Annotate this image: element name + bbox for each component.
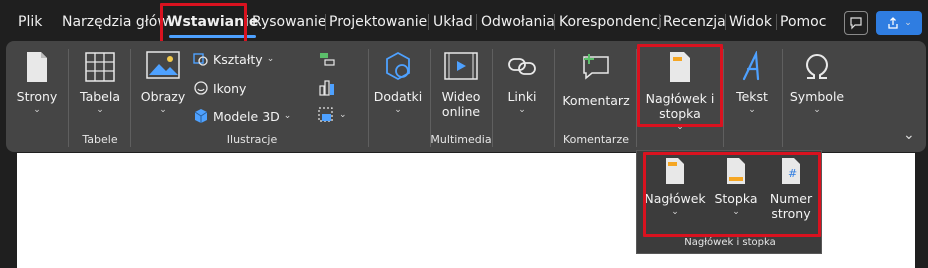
tab-separator [725,14,726,30]
group-separator [130,49,131,147]
tab-layout[interactable]: Układ [433,12,473,32]
group-separator [554,49,555,147]
screenshot-icon [318,107,333,122]
tab-tools[interactable]: Narzędzia głów [62,12,169,32]
tab-help[interactable]: Pomoc [780,12,826,32]
tab-separator [554,14,555,30]
table-button[interactable]: Tabela ⌄ [74,51,126,116]
group-separator [368,49,369,147]
chevron-down-icon: ⌄ [394,105,402,115]
table-icon [85,52,115,82]
pages-button[interactable]: Strony ⌄ [12,51,62,116]
shapes-button[interactable]: Kształty ⌄ [193,51,274,67]
word-window: Plik Narzędzia głów Wstawianie Rysowanie… [0,0,928,268]
chevron-down-icon: ⌄ [339,110,347,120]
group-separator [782,49,783,147]
chevron-down-icon: ⌄ [748,105,756,115]
tab-insert[interactable]: Wstawianie [167,12,258,38]
video-icon [444,52,478,80]
header-page-icon [670,52,690,82]
chevron-down-icon: ⌄ [266,54,275,64]
ribbon-tab-bar: Plik Narzędzia głów Wstawianie Rysowanie… [0,0,928,40]
symbols-button[interactable]: Symbole ⌄ [788,51,846,116]
footer-button[interactable]: Stopka ⌄ [711,157,761,218]
chevron-down-icon: ⌄ [904,18,912,28]
group-separator [636,49,637,147]
chevron-down-icon: ⌄ [813,105,821,115]
tab-separator [476,14,477,30]
online-video-button[interactable]: Wideo online [434,51,488,119]
cube-icon [194,109,208,123]
screenshot-button[interactable]: ⌄ [317,106,347,124]
chevron-down-icon: ⌄ [732,207,740,217]
link-icon [508,58,536,75]
tab-separator [325,14,326,30]
group-label-illustrations: Ilustracje [226,133,278,146]
share-button[interactable]: ⌄ [876,11,922,35]
chart-icon [319,80,334,96]
text-icon [742,51,760,81]
ribbon: Strony ⌄ Tabela ⌄ Tabele Obrazy ⌄ Kształ… [6,41,926,152]
tab-separator [776,14,777,30]
header-footer-dropdown: Nagłówek ⌄ Stopka ⌄ # Numer strony Nagłó… [636,150,822,254]
chevron-down-icon: ⌄ [96,105,104,115]
header-footer-button[interactable]: Nagłówek i stopka ⌄ [643,51,717,133]
pictures-button[interactable]: Obrazy ⌄ [138,51,188,116]
icons-icon [194,81,208,95]
page-number-icon: # [782,158,800,184]
models-3d-button[interactable]: Modele 3D ⌄ [193,108,291,124]
tab-separator [428,14,429,30]
header-button[interactable]: Nagłówek ⌄ [644,157,706,218]
group-label-multimedia: Multimedia [430,133,492,146]
tab-file[interactable]: Plik [18,12,42,32]
group-separator [492,49,493,147]
group-label-comments: Komentarze [563,133,629,146]
tab-separator [659,14,660,30]
svg-text:#: # [788,167,797,180]
tab-design[interactable]: Projektowanie [329,12,427,32]
chevron-down-icon: ⌄ [33,105,41,115]
chevron-down-icon: ⌄ [671,207,679,217]
picture-icon [146,51,180,79]
chevron-down-icon: ⌄ [159,105,167,115]
comments-button[interactable] [844,11,868,35]
chevron-down-icon: ⌄ [676,122,684,132]
new-comment-button[interactable]: Komentarz [560,51,632,108]
smartart-icon [320,53,335,66]
group-label-header-footer: Nagłówek i stopka [684,237,776,248]
icons-button[interactable]: Ikony [193,80,246,96]
chevron-down-icon: ⌄ [283,111,292,121]
shapes-icon [193,53,208,66]
group-separator [723,49,724,147]
links-button[interactable]: Linki ⌄ [496,51,548,116]
smartart-button[interactable] [318,51,336,67]
new-comment-icon [583,54,609,80]
page-number-button[interactable]: # Numer strony [765,157,817,221]
footer-page-icon [727,158,745,184]
tab-review[interactable]: Recenzja [663,12,726,32]
tab-references[interactable]: Odwołania [481,12,555,32]
comment-icon [850,17,862,30]
header-page-icon [666,158,684,184]
omega-icon [805,54,829,79]
chevron-down-icon: ⌄ [518,105,526,115]
tab-mailings[interactable]: Korespondencj [559,12,662,32]
chart-button[interactable] [318,78,336,96]
addins-button[interactable]: Dodatki ⌄ [372,51,424,116]
group-label-tables: Tabele [82,133,118,146]
text-button[interactable]: Tekst ⌄ [728,51,776,116]
addins-icon [386,51,410,81]
page-icon [27,52,47,82]
group-separator [68,49,69,147]
expand-ribbon-icon[interactable]: ⌄ [903,128,915,142]
share-icon [888,17,898,29]
tab-draw[interactable]: Rysowanie [252,12,327,32]
tab-view[interactable]: Widok [729,12,772,32]
